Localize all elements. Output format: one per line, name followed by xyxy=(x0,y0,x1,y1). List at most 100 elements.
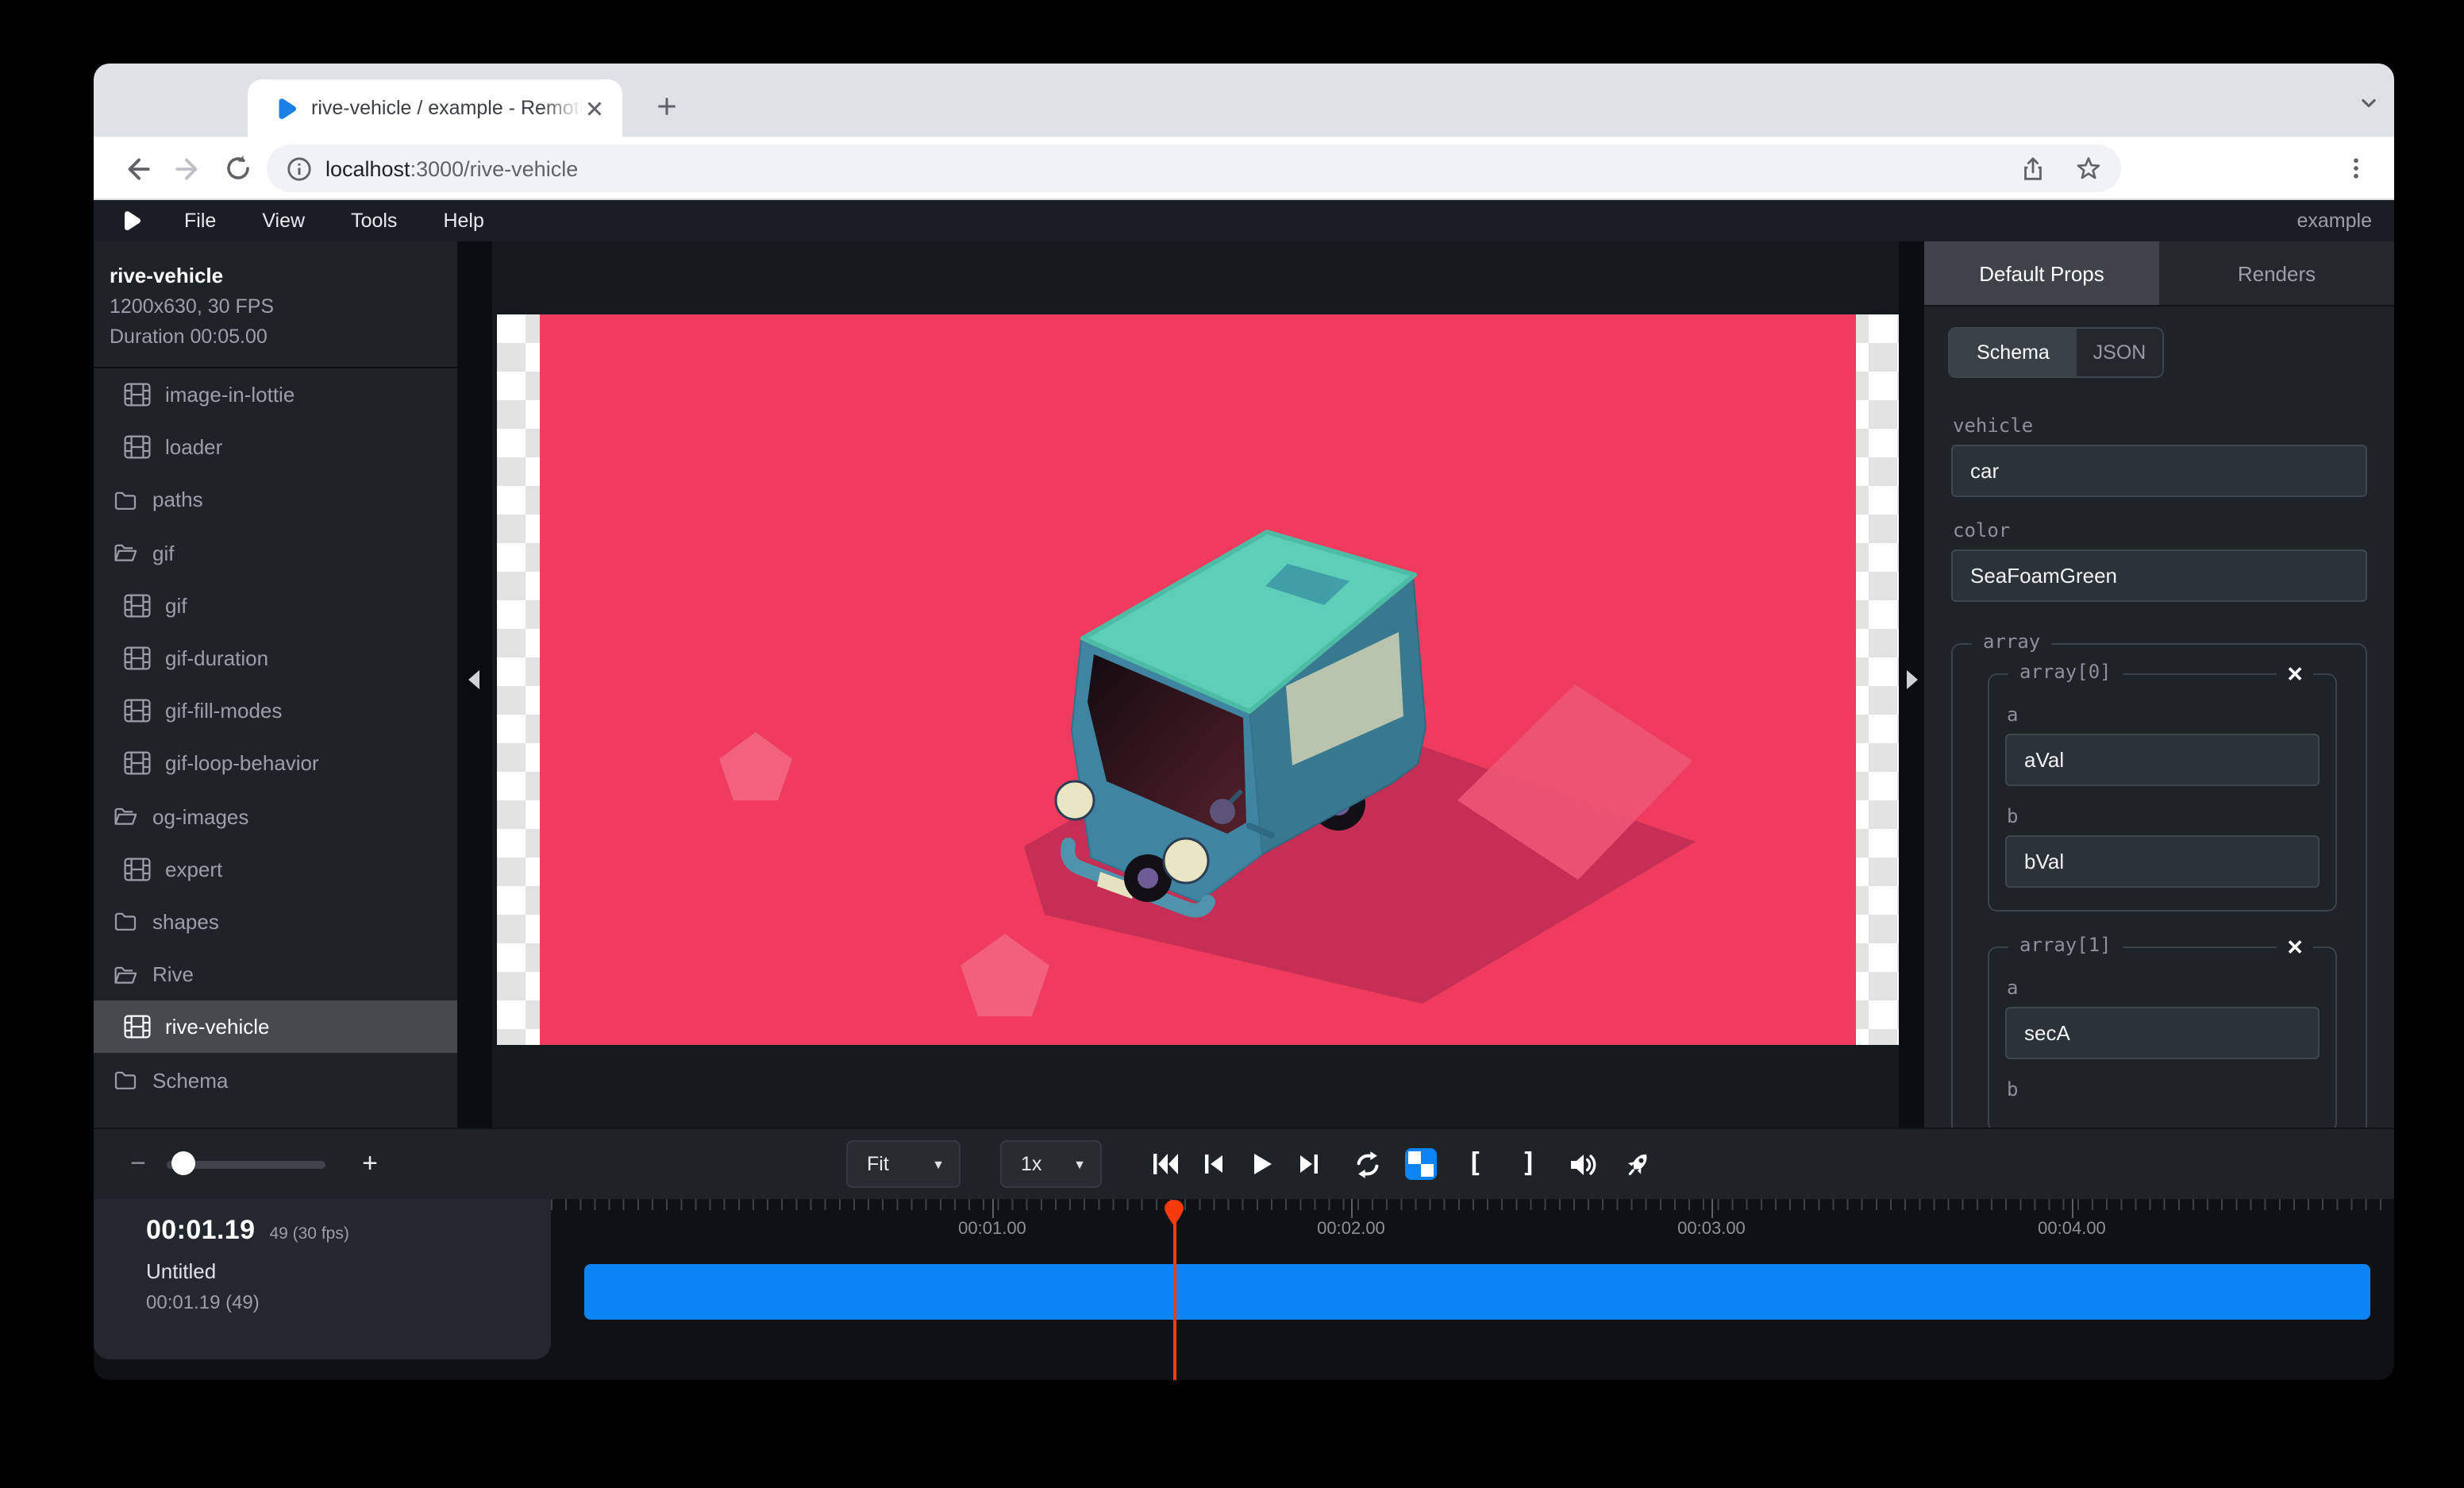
remove-array-0-button[interactable]: ✕ xyxy=(2277,661,2313,688)
sidebar-item-gif-duration[interactable]: gif-duration xyxy=(94,632,457,684)
toggle-json[interactable]: JSON xyxy=(2077,329,2162,376)
timeline-tracks-area[interactable]: 00:01.00 00:02.00 00:03.00 00:04.00 xyxy=(551,1199,2394,1380)
vehicle-input[interactable] xyxy=(1951,445,2367,497)
menu-help[interactable]: Help xyxy=(443,210,483,232)
tab-renders[interactable]: Renders xyxy=(2159,241,2394,305)
folder-open-icon xyxy=(113,540,138,565)
sidebar-folder-schema[interactable]: Schema xyxy=(94,1054,457,1106)
ruler-label-1s: 00:01.00 xyxy=(921,1220,1064,1239)
browser-toolbar: localhost:3000/rive-vehicle xyxy=(94,137,2394,200)
composition-dimensions: 1200x630, 30 FPS xyxy=(110,295,441,318)
vehicle-label: vehicle xyxy=(1953,414,2367,437)
array-1-b-label: b xyxy=(2007,1078,2320,1101)
track-name[interactable]: Untitled xyxy=(146,1259,551,1283)
jump-to-start-button[interactable] xyxy=(1148,1147,1183,1182)
timeline-track-bar[interactable] xyxy=(584,1264,2370,1320)
play-button[interactable] xyxy=(1243,1147,1278,1182)
sidebar-item-rive-vehicle-selected[interactable]: rive-vehicle xyxy=(94,1001,457,1054)
sidebar-folder-og-images[interactable]: og-images xyxy=(94,790,457,842)
set-in-point-button[interactable]: [ xyxy=(1457,1147,1492,1182)
timeline-info-panel: 00:01.19 49 (30 fps) Untitled 00:01.19 (… xyxy=(94,1199,551,1359)
folder-closed-icon xyxy=(113,909,138,935)
browser-tab[interactable]: rive-vehicle / example - Remoti xyxy=(248,79,622,137)
composition-name: rive-vehicle xyxy=(110,264,441,287)
previous-frame-button[interactable] xyxy=(1195,1147,1230,1182)
color-input[interactable] xyxy=(1951,549,2367,602)
new-tab-button[interactable] xyxy=(643,83,691,130)
reload-icon[interactable] xyxy=(214,145,262,192)
forward-icon[interactable] xyxy=(164,145,211,192)
address-bar[interactable]: localhost:3000/rive-vehicle xyxy=(267,145,2121,192)
sidebar-folder-shapes[interactable]: shapes xyxy=(94,896,457,948)
remotion-favicon-icon xyxy=(273,96,297,120)
sidebar-item-gif[interactable]: gif xyxy=(94,580,457,632)
current-timecode: 00:01.19 xyxy=(146,1215,255,1247)
fit-dropdown[interactable]: Fit ▼ xyxy=(846,1140,961,1188)
array-1-a-label: a xyxy=(2007,977,2320,999)
sidebar-folder-rive[interactable]: Rive xyxy=(94,948,457,1000)
array-item-1-fieldset: array[1] ✕ a b xyxy=(1988,946,2337,1128)
collapse-sidebar-icon[interactable] xyxy=(468,670,479,689)
main-area: rive-vehicle 1200x630, 30 FPS Duration 0… xyxy=(94,241,2394,1128)
site-info-icon[interactable] xyxy=(286,155,313,182)
toggle-schema[interactable]: Schema xyxy=(1950,329,2077,376)
volume-icon[interactable] xyxy=(1565,1147,1600,1182)
next-frame-button[interactable] xyxy=(1291,1147,1326,1182)
item-label: expert xyxy=(165,858,222,881)
sidebar-item-loader[interactable]: loader xyxy=(94,421,457,473)
menu-items: File View Tools Help xyxy=(184,210,484,232)
sidebar-item-gif-fill-modes[interactable]: gif-fill-modes xyxy=(94,684,457,737)
collapse-props-icon[interactable] xyxy=(1907,670,1918,689)
item-label: gif-fill-modes xyxy=(165,699,282,723)
sidebar-item-gif-loop-behavior[interactable]: gif-loop-behavior xyxy=(94,738,457,790)
playhead-marker[interactable] xyxy=(1164,1199,1184,1226)
sidebar-item-image-in-lottie[interactable]: image-in-lottie xyxy=(94,368,457,421)
toggle-controls: [ ] xyxy=(1349,1129,1654,1199)
playback-rate-dropdown[interactable]: 1x ▼ xyxy=(1000,1140,1102,1188)
array-1-a-input[interactable] xyxy=(2005,1007,2320,1059)
timeline: 00:01.19 49 (30 fps) Untitled 00:01.19 (… xyxy=(94,1199,2394,1380)
zoom-slider-knob[interactable] xyxy=(171,1151,195,1175)
loop-icon[interactable] xyxy=(1349,1147,1384,1182)
array-item-0-fieldset: array[0] ✕ a b xyxy=(1988,673,2337,912)
folder-open-icon xyxy=(113,804,138,829)
remove-array-1-button[interactable]: ✕ xyxy=(2277,934,2313,961)
film-icon xyxy=(124,699,151,723)
tab-search-chevron-icon[interactable] xyxy=(2345,79,2393,127)
timeline-ruler[interactable] xyxy=(551,1199,2394,1210)
folder-closed-icon xyxy=(113,1067,138,1093)
transparency-checkerboard-toggle[interactable] xyxy=(1403,1147,1438,1182)
sidebar-item-expert[interactable]: expert xyxy=(94,842,457,895)
sidebar-folder-gif[interactable]: gif xyxy=(94,526,457,579)
browser-menu-icon[interactable] xyxy=(2332,145,2380,192)
back-icon[interactable] xyxy=(113,145,160,192)
zoom-in-button[interactable]: + xyxy=(354,1148,386,1180)
menu-tools[interactable]: Tools xyxy=(351,210,397,232)
ruler-label-4s: 00:04.00 xyxy=(2000,1220,2143,1239)
desktop: rive-vehicle / example - Remoti xyxy=(0,0,2464,1488)
array-0-a-input[interactable] xyxy=(2005,734,2320,786)
menu-view[interactable]: View xyxy=(262,210,305,232)
array-1-legend: array[1] xyxy=(2008,934,2123,956)
close-tab-icon[interactable] xyxy=(583,96,606,120)
bookmark-star-icon[interactable] xyxy=(2075,155,2102,182)
menu-file[interactable]: File xyxy=(184,210,216,232)
app-menu-bar: File View Tools Help example xyxy=(94,200,2394,241)
browser-window: rive-vehicle / example - Remoti xyxy=(94,64,2394,1380)
props-panel: Default Props Renders Schema JSON vehicl… xyxy=(1924,241,2394,1128)
zoom-slider[interactable] xyxy=(167,1160,325,1168)
playhead-line xyxy=(1173,1220,1176,1380)
set-out-point-button[interactable]: ] xyxy=(1511,1147,1546,1182)
array-0-b-input[interactable] xyxy=(2005,835,2320,888)
share-icon[interactable] xyxy=(2019,155,2046,182)
color-label: color xyxy=(1953,519,2367,542)
zoom-out-button[interactable]: − xyxy=(122,1148,154,1180)
item-label: gif-duration xyxy=(165,646,268,670)
preview-canvas xyxy=(457,241,1924,1128)
sidebar-folder-paths[interactable]: paths xyxy=(94,474,457,526)
folder-open-icon xyxy=(113,962,138,987)
remotion-logo-icon[interactable] xyxy=(119,210,141,232)
rocket-icon[interactable] xyxy=(1619,1147,1654,1182)
tab-default-props[interactable]: Default Props xyxy=(1924,241,2159,305)
film-icon xyxy=(124,383,151,407)
